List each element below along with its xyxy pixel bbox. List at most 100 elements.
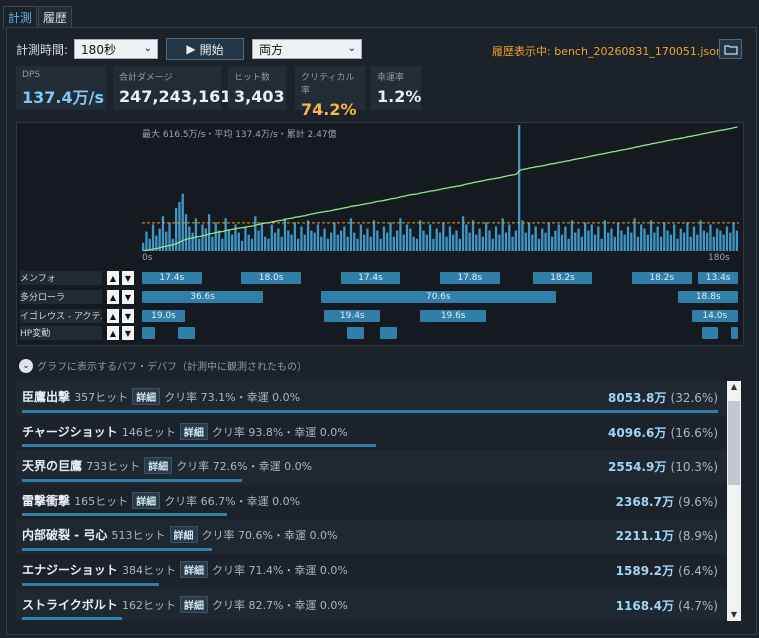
skill-damage: 2211.1万 (8.9%) bbox=[616, 527, 718, 544]
dps-bar bbox=[445, 236, 448, 251]
skill-name: ストライクボルト 162ヒット 詳細 クリ率 82.7%・幸運 0.0% bbox=[22, 595, 348, 613]
scroll-up-icon[interactable]: ▲ bbox=[727, 381, 741, 393]
dps-bar bbox=[432, 238, 435, 251]
stat-value: 3,403 bbox=[234, 87, 285, 106]
damage-bar bbox=[22, 409, 718, 413]
dps-bar bbox=[201, 224, 204, 251]
move-up-button[interactable]: ▲ bbox=[107, 271, 119, 285]
buff-segment: 13.4s bbox=[698, 272, 738, 284]
damage-percent: (32.6%) bbox=[670, 391, 718, 405]
dps-bar bbox=[475, 234, 478, 251]
skill-meta: クリ率 73.1%・幸運 0.0% bbox=[164, 391, 301, 404]
damage-value: 2368.7万 bbox=[615, 494, 679, 509]
dps-bar bbox=[277, 228, 280, 251]
detail-button[interactable]: 詳細 bbox=[144, 457, 173, 475]
dps-bar bbox=[597, 226, 600, 251]
detail-button[interactable]: 詳細 bbox=[132, 491, 161, 509]
skill-name: 雷撃衝撃 165ヒット 詳細 クリ率 66.7%・幸運 0.0% bbox=[22, 491, 301, 509]
skill-row: 内部破裂 - 弓心 513ヒット 詳細 クリ率 70.6%・幸運 0.0% 2211.… bbox=[16, 519, 726, 554]
buff-segment bbox=[380, 327, 397, 339]
stat-value: 1.2% bbox=[377, 87, 422, 106]
duration-label: 計測時間: bbox=[16, 42, 69, 57]
damage-bar bbox=[22, 582, 159, 586]
damage-value: 2554.9万 bbox=[608, 460, 671, 475]
dps-bar bbox=[310, 230, 313, 251]
dps-bar bbox=[151, 224, 155, 251]
damage-bar bbox=[22, 513, 227, 517]
dps-bar bbox=[231, 234, 234, 251]
tab-measure[interactable]: 計測 bbox=[3, 6, 38, 29]
x-end-label: 180s bbox=[708, 253, 730, 263]
duration-value: 180秒 bbox=[81, 42, 116, 57]
dps-bar bbox=[181, 193, 184, 251]
open-folder-button[interactable] bbox=[719, 39, 742, 59]
dps-bar bbox=[330, 232, 333, 251]
dps-bar bbox=[699, 220, 702, 251]
move-up-button[interactable]: ▲ bbox=[107, 326, 119, 340]
dps-bar bbox=[534, 226, 537, 251]
dps-bar bbox=[448, 226, 452, 251]
move-up-button[interactable]: ▲ bbox=[107, 309, 119, 323]
move-down-button[interactable]: ▼ bbox=[122, 309, 134, 323]
damage-percent: (6.4%) bbox=[678, 563, 718, 578]
buff-segment: 18.8s bbox=[678, 291, 738, 303]
skill-hits: 733ヒット bbox=[86, 460, 141, 474]
move-down-button[interactable]: ▼ bbox=[122, 326, 134, 340]
dps-bar bbox=[366, 228, 369, 251]
dps-bar bbox=[531, 234, 534, 251]
buff-segment: 36.6s bbox=[142, 291, 264, 303]
dps-bar bbox=[732, 222, 735, 251]
duration-select[interactable]: 180秒 ⌄ bbox=[74, 39, 159, 59]
dps-bar bbox=[191, 232, 194, 251]
skill-hits: 357ヒット bbox=[74, 391, 129, 404]
dps-bar bbox=[145, 231, 148, 251]
stat-luck-rate: 幸運率 1.2% bbox=[371, 66, 421, 110]
cumulative-line bbox=[143, 126, 738, 252]
tab-history[interactable]: 履歴 bbox=[38, 6, 73, 29]
skill-hits: 146ヒット bbox=[121, 425, 176, 439]
skill-row: 雷撃衝撃 165ヒット 詳細 クリ率 66.7%・幸運 0.0% 2368.7万 (9… bbox=[16, 485, 726, 520]
dps-bar bbox=[372, 220, 376, 251]
stat-total-damage: 合計ダメージ 247,243,161 bbox=[113, 66, 231, 110]
skill-title: 天界の巨鷹 bbox=[22, 459, 87, 474]
buff-toggle[interactable]: ⌄ グラフに表示するバフ・デバフ（計測中に観測されたもの） bbox=[19, 358, 307, 373]
scroll-thumb[interactable] bbox=[728, 401, 740, 485]
dps-bar bbox=[679, 228, 682, 251]
damage-value: 2211.1万 bbox=[615, 529, 679, 544]
start-button[interactable]: ▶ 開始 bbox=[166, 38, 245, 60]
dps-bar bbox=[293, 222, 297, 251]
dps-bar bbox=[267, 238, 270, 251]
scroll-down-icon[interactable]: ▼ bbox=[727, 609, 741, 621]
dps-bar bbox=[356, 238, 359, 251]
buff-segment: 19.0s bbox=[142, 310, 185, 322]
dps-bar bbox=[428, 224, 432, 251]
scrollbar[interactable]: ▲ ▼ bbox=[727, 381, 741, 621]
dps-bar bbox=[567, 238, 570, 251]
dps-bar bbox=[412, 236, 415, 251]
chart-caption: 最大 616.5万/s・平均 137.4万/s・累計 2.47億 bbox=[142, 130, 337, 140]
buff-segment bbox=[701, 327, 719, 339]
move-down-button[interactable]: ▼ bbox=[122, 271, 134, 285]
stat-label: ヒット数 bbox=[234, 73, 271, 83]
dps-bar bbox=[583, 222, 587, 251]
dps-bar bbox=[306, 220, 310, 251]
dps-bar bbox=[577, 228, 580, 251]
detail-button[interactable]: 詳細 bbox=[169, 526, 198, 544]
dps-bar bbox=[494, 226, 498, 251]
move-up-button[interactable]: ▲ bbox=[107, 290, 119, 304]
detail-button[interactable]: 詳細 bbox=[179, 422, 208, 440]
mode-select[interactable]: 両方 ⌄ bbox=[252, 39, 363, 59]
dps-bar bbox=[673, 224, 676, 251]
detail-button[interactable]: 詳細 bbox=[179, 560, 208, 578]
dps-bar bbox=[382, 226, 386, 251]
skill-meta: クリ率 66.7%・幸運 0.0% bbox=[164, 494, 301, 508]
dps-bar bbox=[696, 234, 699, 251]
stat-label: DPS bbox=[22, 70, 41, 80]
skill-title: 内部破裂 - 弓心 bbox=[22, 528, 112, 543]
detail-button[interactable]: 詳細 bbox=[179, 595, 208, 613]
stat-value: 74.2% bbox=[301, 100, 357, 119]
dps-bar bbox=[709, 224, 712, 251]
move-down-button[interactable]: ▼ bbox=[122, 290, 134, 304]
dps-bar bbox=[452, 234, 455, 251]
detail-button[interactable]: 詳細 bbox=[132, 388, 161, 405]
